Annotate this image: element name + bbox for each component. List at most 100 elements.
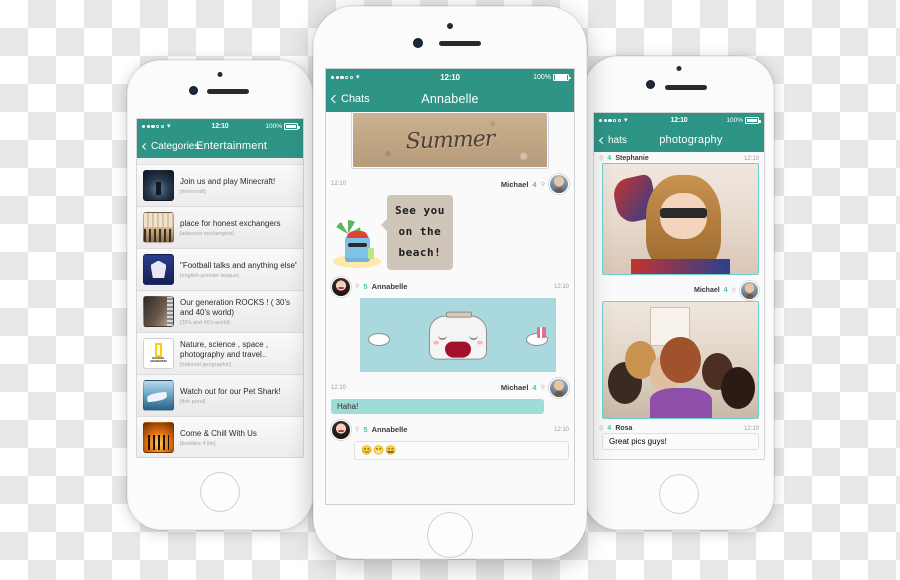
right-chat-thread[interactable]: ⚲ 4 Stephanie 12:10 Michael 4 ⚲ ⚲ 4 Rosa… [594, 152, 764, 459]
message-meta: ⚲ 4 Stephanie 12:10 [594, 152, 764, 163]
list-item[interactable]: Come & Chill With Us [buddies 4 life] [137, 417, 303, 457]
phone-center-home-button[interactable] [427, 512, 473, 558]
pin-icon: ⚲ [355, 284, 360, 291]
pin-icon: ⚲ [540, 385, 545, 392]
center-battery-percent: 100% [533, 74, 551, 81]
kawaii-rice-sticker[interactable] [360, 297, 556, 372]
list-item-body: Join us and play Minecraft! [minecraft] [180, 177, 275, 195]
message-text: Great pics guys! [609, 437, 667, 446]
right-chat-scroll[interactable]: ⚲ 4 Stephanie 12:10 Michael 4 ⚲ ⚲ 4 Rosa… [594, 152, 764, 459]
message-sender: Michael [500, 179, 529, 189]
chevron-left-icon [330, 94, 340, 104]
right-nav-bar: hats photography [594, 128, 764, 152]
pin-icon: ⚲ [731, 288, 736, 294]
right-back-button[interactable]: hats [598, 135, 627, 146]
group-selfie-photo[interactable] [602, 301, 759, 419]
kawaii-arm-left [368, 333, 390, 347]
list-item[interactable]: Join us and play Minecraft! [minecraft] [137, 165, 303, 207]
list-item-subtitle: [fish pond] [180, 398, 206, 405]
message-bubble: Great pics guys! [602, 433, 759, 450]
phone-right-home-button[interactable] [659, 474, 699, 514]
front-camera-icon [676, 66, 682, 71]
stephanie-selfie-photo[interactable] [602, 163, 759, 275]
phone-left-screen: ▾ 12:10 100% Categories Entertainment Jo… [136, 118, 304, 458]
list-item[interactable]: Our generation ROCKS ! ( 30's and 40's w… [137, 291, 303, 333]
front-camera-icon [217, 72, 223, 77]
message-time: 12:10 [553, 426, 569, 433]
pin-icon: ⚲ [540, 181, 545, 188]
message-sender: Annabelle [371, 282, 408, 292]
left-back-button[interactable]: Categories [141, 140, 200, 152]
drink-icon [368, 247, 374, 259]
list-item-title: Watch out for our Pet Shark! [180, 386, 281, 396]
michael-avatar[interactable] [740, 281, 759, 300]
michael-avatar[interactable] [549, 377, 569, 398]
message-sender: Rosa [615, 425, 633, 432]
center-chat-thread[interactable]: Summer 12:10 Michael 4 ⚲ See you on the … [326, 112, 574, 504]
beach-fridge-sticker[interactable] [331, 218, 383, 270]
photo-person [720, 366, 755, 409]
list-item-title: Our generation ROCKS ! ( 30's and 40's w… [180, 297, 291, 317]
list-item[interactable]: Watch out for our Pet Shark! [fish pond] [137, 375, 303, 417]
list-item-subtitle: [english premier league] [180, 272, 239, 279]
battery-icon [553, 73, 571, 82]
message-sender: Michael [694, 287, 720, 294]
center-back-label: Chats [341, 93, 370, 105]
list-item-title: Come & Chill With Us [180, 428, 257, 438]
right-battery-percent: 100% [726, 117, 743, 124]
message-row: Haha! [326, 398, 574, 417]
message-row[interactable]: See you on the beach! [326, 195, 574, 274]
message-row[interactable] [594, 163, 764, 278]
list-item[interactable]: place for honest exchangers [adsense exc… [137, 207, 303, 249]
epl-thumb [143, 254, 174, 285]
list-item-body: "Football talks and anything else"~ [eng… [180, 261, 297, 279]
phone-center-earpiece-area [313, 6, 587, 68]
gift-icon [537, 327, 546, 339]
message-row[interactable] [326, 297, 574, 375]
message-time: 12:10 [331, 181, 347, 187]
message-emojis: 😊😁😄 [361, 444, 398, 455]
message-bubble: 😊😁😄 [354, 440, 569, 460]
left-nav-bar: Categories Entertainment [137, 134, 303, 158]
phone-right-screen: ▾ 12:10 100% hats photography ⚲ 4 Stepha… [593, 112, 765, 460]
message-meta: ⚲ 4 Rosa 12:10 [594, 422, 764, 433]
list-item-subtitle: [minecraft] [180, 188, 206, 195]
center-back-button[interactable]: Chats [330, 93, 370, 105]
message-row[interactable] [594, 301, 764, 422]
battery-icon [284, 123, 300, 130]
list-item-title: "Football talks and anything else"~ [180, 260, 297, 270]
left-status-right: 100% [265, 123, 300, 130]
front-camera-icon [447, 23, 453, 29]
message-count: 4 [723, 287, 728, 294]
center-status-right: 100% [533, 73, 571, 82]
left-back-label: Categories [151, 140, 200, 152]
message-sender: Annabelle [371, 425, 408, 435]
kawaii-eye-right [469, 334, 478, 340]
list-item[interactable]: NATIONAL GEOGRAPHIC Nature, science , sp… [137, 333, 303, 375]
chill-thumb [143, 422, 174, 453]
summer-beach-photo[interactable]: Summer [352, 112, 548, 168]
michael-avatar[interactable] [549, 174, 569, 194]
chevron-left-icon [141, 142, 150, 150]
center-chat-scroll[interactable]: Summer 12:10 Michael 4 ⚲ See you on the … [326, 112, 574, 504]
message-meta: ⚲ 5 Annabelle 12:10 [326, 274, 574, 298]
right-page-title: photography [659, 134, 723, 146]
minecraft-thumb [143, 170, 174, 201]
rocks-thumb [143, 296, 174, 327]
right-status-right: 100% [726, 117, 761, 124]
phone-right: ▾ 12:10 100% hats photography ⚲ 4 Stepha… [584, 56, 774, 530]
list-item[interactable]: "Football talks and anything else"~ [eng… [137, 249, 303, 291]
photo-shirt [630, 258, 731, 274]
message-text-line: on the [398, 224, 442, 238]
phone-left-home-button[interactable] [200, 472, 240, 512]
annabelle-avatar[interactable] [331, 276, 351, 297]
list-item-subtitle: [national geographic] [180, 361, 232, 368]
list-item-title: place for honest exchangers [180, 218, 281, 228]
category-list[interactable]: Join us and play Minecraft! [minecraft] … [137, 158, 303, 457]
message-time: 12:10 [743, 425, 759, 432]
message-count: 5 [363, 282, 368, 292]
annabelle-avatar[interactable] [331, 419, 351, 440]
earpiece-speaker-icon [665, 85, 707, 90]
list-item-body: Come & Chill With Us [buddies 4 life] [180, 429, 257, 447]
message-row[interactable]: Summer [326, 112, 574, 171]
